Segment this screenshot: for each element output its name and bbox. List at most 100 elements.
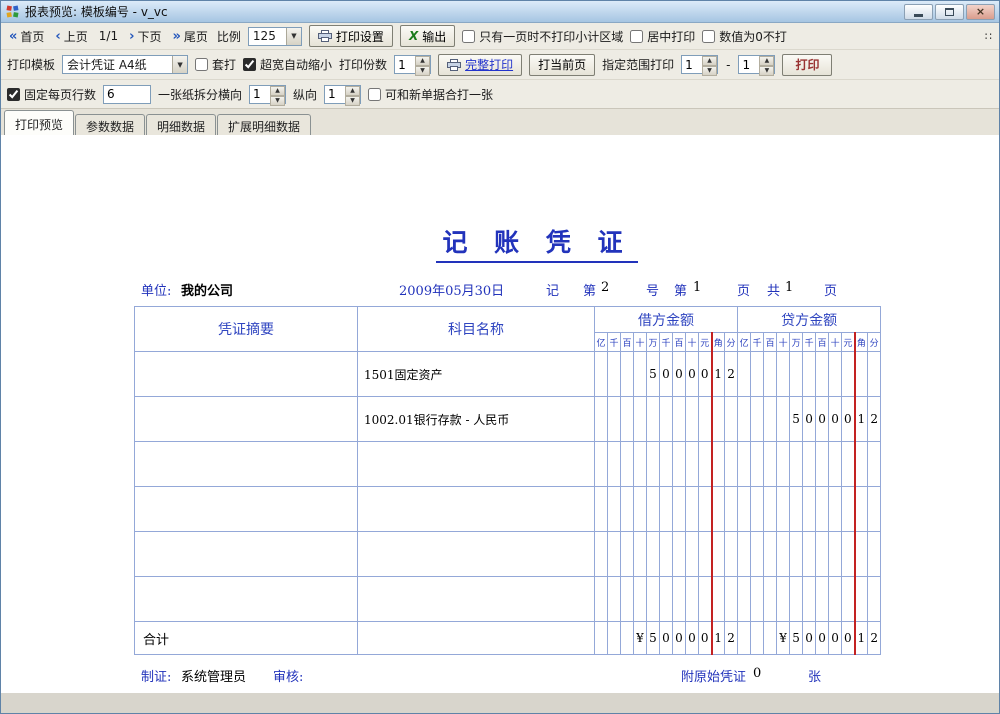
account-cell: [358, 487, 595, 532]
voucher-row-4: [135, 532, 881, 577]
spin-up-icon[interactable]: ▲: [345, 86, 360, 96]
overlay-print-checkbox-input[interactable]: [195, 58, 208, 71]
spin-up-icon[interactable]: ▲: [759, 56, 774, 66]
spin-up-icon[interactable]: ▲: [415, 56, 430, 66]
tab-detail-data[interactable]: 明细数据: [146, 114, 216, 135]
split-horizontal-input[interactable]: [250, 86, 270, 103]
range-to-spinner[interactable]: ▲ ▼: [738, 55, 775, 74]
split-vertical-input[interactable]: [325, 86, 345, 103]
debit-digit-cell: 0: [699, 622, 712, 655]
printer-icon: [318, 30, 332, 42]
credit-digit-cell: 2: [868, 622, 881, 655]
autoshrink-checkbox-input[interactable]: [243, 58, 256, 71]
print-button[interactable]: 打印: [782, 54, 832, 76]
credit-digit-cell: [829, 487, 842, 532]
credit-digit-cell: [868, 487, 881, 532]
debit-digit-cell: [673, 577, 686, 622]
credit-digit-header-cell: 千: [803, 333, 816, 352]
tab-param-data[interactable]: 参数数据: [75, 114, 145, 135]
autoshrink-checkbox[interactable]: 超宽自动缩小: [243, 56, 332, 73]
next-page-button[interactable]: › 下页: [127, 27, 163, 46]
excel-icon: X: [409, 30, 418, 42]
range-from-spinner[interactable]: ▲ ▼: [681, 55, 718, 74]
minimize-button[interactable]: [904, 4, 933, 20]
close-button[interactable]: ×: [966, 4, 995, 20]
credit-digit-cell: [738, 442, 751, 487]
debit-digit-cell: [660, 442, 673, 487]
merge-print-checkbox[interactable]: 可和新单据合打一张: [368, 86, 493, 103]
tab-print-preview[interactable]: 打印预览: [4, 110, 74, 135]
full-print-button[interactable]: 完整打印: [438, 54, 522, 76]
split-horizontal-spinner[interactable]: ▲ ▼: [249, 85, 286, 104]
print-button-label: 打印: [795, 56, 819, 73]
debit-digit-cell: [608, 442, 621, 487]
debit-digit-cell: [686, 397, 699, 442]
spin-down-icon[interactable]: ▼: [702, 66, 717, 76]
subtotal-checkbox-label: 只有一页时不打印小计区域: [479, 28, 623, 45]
scale-value: 125: [249, 29, 286, 43]
tab-extended-detail-data[interactable]: 扩展明细数据: [217, 114, 311, 135]
rows-per-page-input[interactable]: [103, 85, 151, 104]
account-cell: [358, 532, 595, 577]
debit-digit-cell: [634, 352, 647, 397]
template-combobox[interactable]: 会计凭证 A4纸 ▼: [62, 55, 188, 74]
prev-page-button[interactable]: ‹ 上页: [53, 27, 89, 46]
spin-down-icon[interactable]: ▼: [270, 96, 285, 106]
export-button[interactable]: X 输出: [400, 25, 455, 47]
credit-digit-cell: [790, 352, 803, 397]
scale-dropdown-icon[interactable]: ▼: [286, 28, 301, 45]
debit-digit-header-cell: 百: [621, 333, 634, 352]
split-horizontal-label: 一张纸拆分横向: [158, 86, 242, 103]
spin-up-icon[interactable]: ▲: [270, 86, 285, 96]
tab-strip: 打印预览参数数据明细数据扩展明细数据: [1, 108, 999, 135]
spin-down-icon[interactable]: ▼: [345, 96, 360, 106]
summary-cell: [135, 487, 358, 532]
range-to-input[interactable]: [739, 56, 759, 73]
range-from-input[interactable]: [682, 56, 702, 73]
credit-digit-header-cell: 十: [777, 333, 790, 352]
merge-print-checkbox-input[interactable]: [368, 88, 381, 101]
debit-digit-cell: [712, 397, 725, 442]
credit-digit-cell: [751, 442, 764, 487]
fixed-rows-checkbox-input[interactable]: [7, 88, 20, 101]
center-print-checkbox-input[interactable]: [630, 30, 643, 43]
debit-digit-cell: [634, 442, 647, 487]
debit-digit-cell: [647, 577, 660, 622]
zero-blank-checkbox[interactable]: 数值为0不打: [702, 28, 787, 45]
fixed-rows-checkbox[interactable]: 固定每页行数: [7, 86, 96, 103]
debit-digit-cell: 0: [660, 352, 673, 397]
split-vertical-spinner[interactable]: ▲ ▼: [324, 85, 361, 104]
credit-digit-cell: 0: [829, 622, 842, 655]
subtotal-checkbox-input[interactable]: [462, 30, 475, 43]
debit-digit-header-cell: 十: [634, 333, 647, 352]
titlebar[interactable]: 报表预览: 模板编号 - v_vc ×: [1, 1, 999, 23]
last-page-button[interactable]: » 尾页: [170, 27, 209, 46]
spin-up-icon[interactable]: ▲: [702, 56, 717, 66]
overlay-print-checkbox[interactable]: 套打: [195, 56, 236, 73]
template-dropdown-icon[interactable]: ▼: [172, 56, 187, 73]
spin-down-icon[interactable]: ▼: [759, 66, 774, 76]
credit-digit-cell: [868, 577, 881, 622]
subtotal-checkbox[interactable]: 只有一页时不打印小计区域: [462, 28, 623, 45]
total-pages: 1: [785, 280, 793, 295]
debit-digit-cell: 0: [699, 352, 712, 397]
credit-digit-cell: [738, 487, 751, 532]
credit-digit-header-cell: 亿: [738, 333, 751, 352]
credit-digit-header-cell: 百: [764, 333, 777, 352]
debit-digit-cell: [699, 397, 712, 442]
center-print-checkbox[interactable]: 居中打印: [630, 28, 695, 45]
split-vertical-label: 纵向: [293, 86, 317, 103]
voucher-no-prefix: 第: [583, 280, 596, 299]
print-settings-button[interactable]: 打印设置: [309, 25, 393, 47]
credit-digit-cell: [816, 352, 829, 397]
scale-combobox[interactable]: 125 ▼: [248, 27, 302, 46]
zero-blank-checkbox-input[interactable]: [702, 30, 715, 43]
spin-down-icon[interactable]: ▼: [415, 66, 430, 76]
debit-digit-header-cell: 亿: [595, 333, 608, 352]
copies-spinner[interactable]: ▲ ▼: [394, 55, 431, 74]
copies-input[interactable]: [395, 56, 415, 73]
credit-digit-cell: [855, 487, 868, 532]
print-current-button[interactable]: 打当前页: [529, 54, 595, 76]
first-page-button[interactable]: « 首页: [7, 27, 46, 46]
maximize-button[interactable]: [935, 4, 964, 20]
